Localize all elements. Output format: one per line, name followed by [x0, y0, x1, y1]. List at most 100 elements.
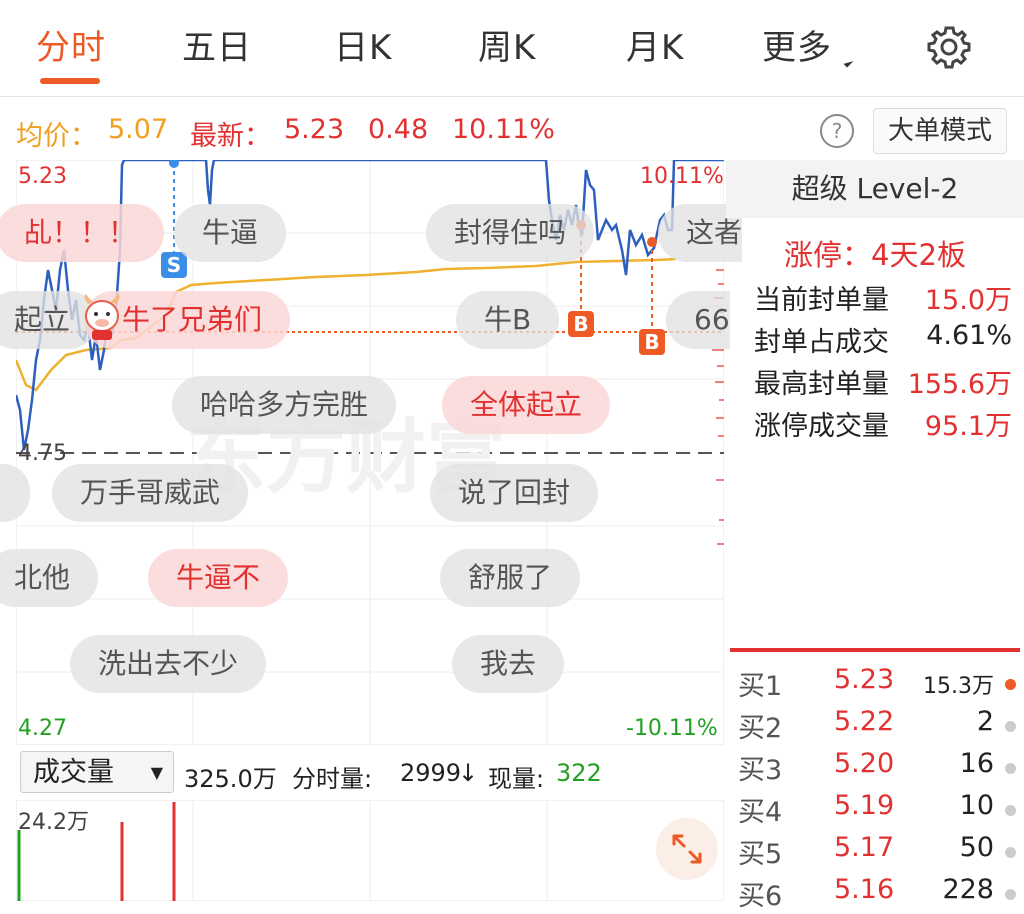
bid-indicator-dot: [1005, 763, 1016, 774]
price-axis-mid: 4.75: [18, 441, 67, 466]
order-book-row[interactable]: 买6 5.16 228: [738, 874, 1024, 914]
pct-axis-high: 10.11%: [640, 164, 724, 189]
stat-value: 4.61%: [926, 320, 1012, 351]
stat-value: 15.0万: [924, 285, 1012, 316]
bid-volume: 10: [959, 790, 994, 821]
tab-daily-k[interactable]: 日K: [334, 20, 392, 69]
bid-level-label: 买5: [738, 839, 783, 870]
danmaku-bubble[interactable]: 牛B: [456, 291, 560, 349]
limit-up-value: 4天2板: [871, 238, 966, 272]
danmaku-bubble[interactable]: 哈哈多方完胜: [172, 376, 397, 434]
avg-price-label: 均价：: [16, 121, 97, 152]
tab-weekly-k[interactable]: 周K: [478, 20, 536, 69]
order-book-divider: [730, 648, 1020, 652]
bid-volume: 16: [959, 748, 994, 779]
limit-up-status: 涨停：4天2板: [726, 232, 1024, 274]
price-axis-high: 5.23: [18, 164, 67, 189]
bid-volume: 2: [976, 706, 994, 737]
price-change-pct: 10.11%: [452, 114, 555, 145]
limit-up-label: 涨停：: [784, 238, 872, 272]
danmaku-bubble[interactable]: 牛逼: [174, 204, 287, 262]
bid-level-label: 买6: [738, 881, 783, 912]
bid-indicator-dot: [1005, 679, 1016, 690]
order-book-row[interactable]: 买3 5.20 16: [738, 748, 1024, 788]
sell-marker: S: [167, 253, 181, 277]
volume-chart[interactable]: 24.2万: [16, 800, 724, 901]
bid-volume: 50: [959, 832, 994, 863]
minute-volume-value: 2999: [400, 759, 462, 787]
price-info-bar: 均价： 5.07 最新： 5.23 0.48 10.11% ? 大单模式: [0, 100, 1024, 160]
bid-level-label: 买3: [738, 755, 783, 786]
stat-label: 涨停成交量: [754, 411, 889, 442]
latest-price-label: 最新：: [190, 121, 271, 152]
indicator-selector-label: 成交量: [33, 757, 114, 788]
tab-five-day[interactable]: 五日: [182, 20, 252, 69]
danmaku-bubble[interactable]: 乩！！！: [0, 204, 165, 262]
help-icon[interactable]: ?: [820, 114, 854, 148]
bid-price: 5.22: [834, 706, 895, 737]
tab-more[interactable]: 更多: [762, 20, 832, 69]
active-tab-indicator: [40, 78, 100, 84]
period-tab-bar: 分时 五日 日K 周K 月K 更多: [0, 0, 1024, 97]
bid-price: 5.17: [834, 832, 895, 863]
danmaku-bubble[interactable]: 北他: [0, 549, 99, 607]
indicator-selector[interactable]: 成交量 ▼: [20, 751, 174, 793]
bid-indicator-dot: [1005, 805, 1016, 816]
danmaku-bubble[interactable]: 牛逼不: [148, 549, 289, 607]
buy-marker-1: B: [573, 312, 588, 336]
volume-chart-canvas: [16, 800, 724, 901]
order-book-row[interactable]: 买5 5.17 50: [738, 832, 1024, 872]
level2-panel: 超级 Level-2 涨停：4天2板 当前封单量 15.0万 封单占成交 4.6…: [726, 160, 1024, 912]
danmaku-bubble[interactable]: 66: [666, 291, 730, 349]
danmaku-bubble[interactable]: 万手哥威武: [52, 464, 249, 522]
dropdown-triangle-icon: [843, 57, 854, 68]
danmaku-bubble[interactable]: 全体起立: [442, 376, 611, 434]
avg-price-value: 5.07: [108, 114, 169, 145]
stat-label: 封单占成交: [754, 327, 889, 358]
expand-icon: [672, 834, 702, 864]
danmaku-bubble[interactable]: 洗出去不少: [70, 635, 267, 693]
expand-fullscreen-button[interactable]: [656, 818, 718, 880]
tab-intraday[interactable]: 分时: [36, 20, 106, 69]
danmaku-bubble[interactable]: 舒服了: [440, 549, 581, 607]
bid-volume: 228: [942, 874, 994, 905]
bull-mascot-icon: [84, 294, 120, 340]
latest-price-value: 5.23: [284, 114, 345, 145]
price-change: 0.48: [368, 114, 429, 145]
total-volume: 325.0万: [184, 765, 277, 793]
danmaku-bubble[interactable]: 我去: [452, 635, 565, 693]
danmaku-bubble[interactable]: 说了回封: [430, 464, 599, 522]
order-book-row[interactable]: 买2 5.22 2: [738, 706, 1024, 746]
bid-indicator-dot: [1005, 889, 1016, 900]
minute-volume-label: 分时量:: [292, 765, 373, 793]
pct-axis-low: -10.11%: [626, 716, 718, 741]
order-book-row[interactable]: 买1 5.23 15.3万: [738, 664, 1024, 704]
danmaku-bubble[interactable]: 封得住吗: [426, 204, 595, 262]
intraday-chart[interactable]: 东方财富 S B B 5.23 4.75 4.27 10.11% -10.11%…: [0, 160, 743, 745]
order-book-row[interactable]: 买4 5.19 10: [738, 790, 1024, 830]
big-order-mode-button[interactable]: 大单模式: [873, 108, 1007, 154]
stat-label: 最高封单量: [754, 369, 889, 400]
bid-price: 5.23: [834, 664, 895, 695]
bid-level-label: 买2: [738, 713, 783, 744]
buy-marker-2: B: [644, 330, 659, 354]
bid-level-label: 买4: [738, 797, 783, 828]
volume-axis-max: 24.2万: [18, 810, 89, 835]
stat-value: 95.1万: [924, 411, 1012, 442]
bid-volume: 15.3万: [923, 674, 994, 699]
stat-value: 155.6万: [907, 369, 1012, 400]
bid-indicator-dot: [1005, 847, 1016, 858]
bid-price: 5.20: [834, 748, 895, 779]
stat-label: 当前封单量: [754, 285, 889, 316]
chevron-down-icon: ▼: [150, 763, 163, 782]
current-volume-label: 现量:: [488, 765, 545, 793]
bid-price: 5.16: [834, 874, 895, 905]
current-volume-value: 322: [556, 759, 602, 787]
down-arrow-icon: ↓: [458, 759, 479, 787]
bid-price: 5.19: [834, 790, 895, 821]
gear-icon[interactable]: [926, 24, 972, 70]
level2-title: 超级 Level-2: [726, 160, 1024, 218]
tab-monthly-k[interactable]: 月K: [626, 20, 684, 69]
bid-indicator-dot: [1005, 721, 1016, 732]
bid-level-label: 买1: [738, 671, 783, 702]
